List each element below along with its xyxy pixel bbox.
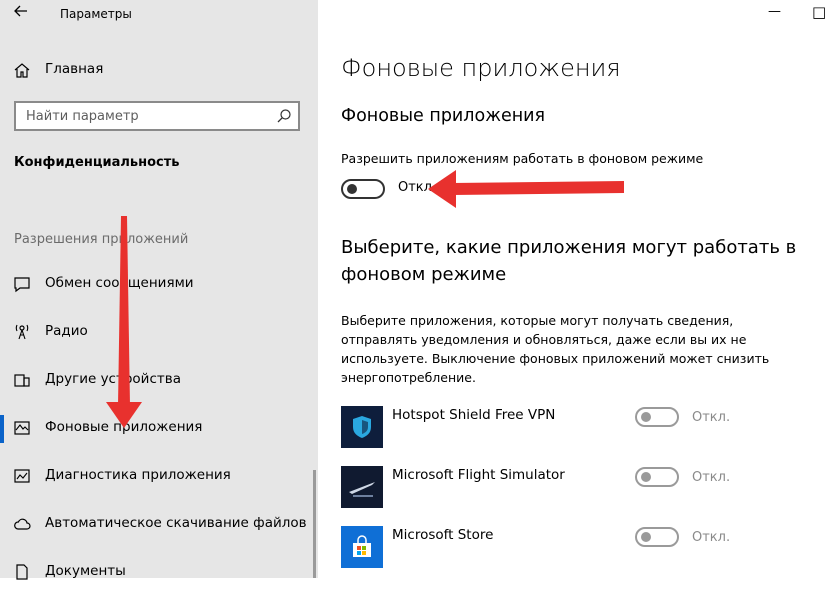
app-state: Откл. — [692, 410, 731, 425]
sidebar-item-documents[interactable]: Документы — [0, 552, 318, 592]
sidebar-item-app-diagnostics[interactable]: Диагностика приложения — [0, 456, 318, 496]
hotspot-shield-app-icon — [341, 406, 383, 448]
sidebar-item-label: Главная — [45, 61, 104, 77]
microsoft-store-app-icon — [341, 526, 383, 568]
window-title: Параметры — [60, 7, 132, 21]
sidebar-item-label: Документы — [45, 563, 126, 579]
sidebar: Параметры Главная Найти параметр Конфиде… — [0, 0, 318, 580]
search-placeholder: Найти параметр — [26, 109, 139, 124]
allow-background-label: Разрешить приложениям работать в фоновом… — [341, 151, 704, 166]
page-title: Фоновые приложения — [341, 54, 621, 82]
app-toggle-hotspot-shield[interactable] — [635, 407, 679, 427]
app-state: Откл. — [692, 530, 731, 545]
section-title: Фоновые приложения — [341, 106, 546, 126]
allow-background-state: Откл. — [398, 180, 437, 195]
sidebar-item-label: Автоматическое скачивание файлов — [45, 515, 307, 531]
radio-icon — [13, 323, 33, 343]
sidebar-item-label: Радио — [45, 323, 88, 339]
sidebar-item-label: Фоновые приложения — [45, 419, 203, 435]
sidebar-item-radio[interactable]: Радио — [0, 312, 318, 352]
app-state: Откл. — [692, 470, 731, 485]
sidebar-item-label: Обмен сообщениями — [45, 275, 194, 291]
main-content — [318, 0, 827, 578]
search-icon[interactable] — [276, 108, 292, 124]
sidebar-item-messaging[interactable]: Обмен сообщениями — [0, 264, 318, 304]
sidebar-item-home[interactable]: Главная — [0, 50, 318, 90]
app-name: Microsoft Flight Simulator — [392, 467, 565, 483]
minimize-button[interactable]: — — [768, 4, 781, 19]
sidebar-item-background-apps[interactable]: Фоновые приложения — [0, 408, 318, 448]
sidebar-item-label: Другие устройства — [45, 371, 181, 387]
cloud-icon — [13, 515, 33, 535]
choose-apps-description: Выберите приложения, которые могут получ… — [341, 313, 770, 385]
chat-icon — [13, 275, 33, 295]
toggle-knob — [641, 412, 651, 422]
devices-icon — [13, 371, 33, 391]
search-input[interactable]: Найти параметр — [14, 101, 300, 131]
toggle-knob — [641, 472, 651, 482]
app-toggle-microsoft-store[interactable] — [635, 527, 679, 547]
section-title-privacy: Конфиденциальность — [14, 155, 180, 170]
home-icon — [13, 61, 33, 81]
diagnostics-icon — [13, 467, 33, 487]
back-arrow-icon[interactable] — [10, 3, 32, 25]
maximize-button[interactable]: □ — [812, 3, 826, 21]
document-icon — [13, 563, 33, 583]
group-header: Разрешения приложений — [14, 232, 189, 247]
app-name: Microsoft Store — [392, 527, 494, 543]
flight-simulator-app-icon — [341, 466, 383, 508]
sidebar-item-auto-downloads[interactable]: Автоматическое скачивание файлов — [0, 504, 318, 544]
app-toggle-flight-simulator[interactable] — [635, 467, 679, 487]
background-apps-icon — [13, 419, 33, 439]
sidebar-item-label: Диагностика приложения — [45, 467, 231, 483]
sidebar-item-other-devices[interactable]: Другие устройства — [0, 360, 318, 400]
app-name: Hotspot Shield Free VPN — [392, 407, 556, 423]
choose-apps-title: Выберите, какие приложения могут работат… — [341, 237, 797, 285]
toggle-knob — [347, 184, 357, 194]
sidebar-scrollbar[interactable] — [313, 470, 316, 578]
allow-background-toggle[interactable] — [341, 179, 385, 199]
toggle-knob — [641, 532, 651, 542]
